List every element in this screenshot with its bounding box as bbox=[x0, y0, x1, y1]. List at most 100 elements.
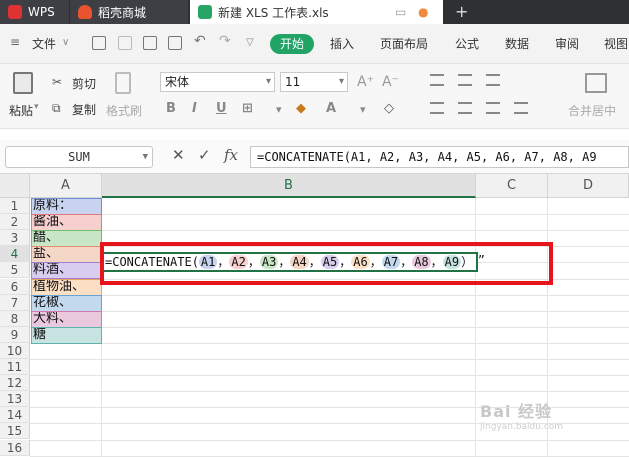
menu-view[interactable]: 视图 bbox=[604, 35, 628, 52]
formula-input[interactable]: =CONCATENATE(A1, A2, A3, A4, A5, A6, A7,… bbox=[250, 146, 629, 168]
cell-a1[interactable]: 原料： bbox=[31, 198, 101, 214]
worksheet-grid[interactable]: A B C D 1 2 3 4 5 6 7 8 9 10 11 12 13 14 15 16 原料： 酱油、 醋、盐… bbox=[0, 174, 629, 457]
row-header[interactable]: 14 bbox=[0, 407, 30, 424]
monitor-icon[interactable]: ▭ bbox=[395, 5, 406, 19]
export-icon[interactable] bbox=[118, 36, 132, 50]
bold-icon[interactable]: B bbox=[166, 101, 176, 116]
tab-docer-store[interactable]: 稻壳商城 bbox=[70, 0, 188, 24]
row-header[interactable]: 15 bbox=[0, 423, 30, 440]
name-box[interactable]: SUM ▼ bbox=[5, 146, 153, 168]
clear-format-icon[interactable]: ◇ bbox=[384, 101, 394, 116]
format-painter-button[interactable]: 格式刷 bbox=[106, 102, 142, 119]
row-header[interactable]: 2 bbox=[0, 214, 30, 231]
align-center-icon[interactable] bbox=[458, 102, 472, 114]
cell-a9[interactable]: 糖 bbox=[31, 326, 101, 343]
cell-a3[interactable]: 醋、 bbox=[31, 230, 101, 247]
row-header[interactable]: 7 bbox=[0, 294, 30, 311]
font-color-chevron-icon[interactable]: ▾ bbox=[360, 103, 366, 116]
paste-chevron-icon[interactable]: ▾ bbox=[34, 102, 39, 112]
border-icon[interactable]: ⊞ bbox=[242, 101, 253, 116]
scissors-icon[interactable]: ✂ bbox=[52, 75, 62, 89]
column-header-c[interactable]: C bbox=[476, 174, 548, 198]
align-bottom-icon[interactable] bbox=[486, 74, 500, 86]
column-header-a[interactable]: A bbox=[30, 174, 102, 198]
border-chevron-icon[interactable]: ▾ bbox=[276, 103, 282, 116]
row-header[interactable]: 8 bbox=[0, 310, 30, 327]
menu-home[interactable]: 开始 bbox=[270, 34, 314, 54]
copy-button[interactable]: 复制 bbox=[72, 101, 96, 118]
menu-insert[interactable]: 插入 bbox=[330, 35, 354, 52]
new-tab-button[interactable]: + bbox=[455, 2, 468, 21]
cut-button[interactable]: 剪切 bbox=[72, 75, 96, 92]
font-color-icon[interactable]: A bbox=[326, 101, 336, 116]
row-header[interactable]: 11 bbox=[0, 359, 30, 375]
name-box-value: SUM bbox=[68, 150, 90, 164]
align-left-icon[interactable] bbox=[430, 102, 444, 114]
fill-color-icon[interactable]: ◆ bbox=[296, 101, 306, 116]
quick-access-chevron-icon[interactable]: ▽ bbox=[246, 37, 254, 48]
row-header[interactable]: 12 bbox=[0, 375, 30, 392]
cell-a2[interactable]: 酱油、 bbox=[31, 214, 101, 231]
menu-data[interactable]: 数据 bbox=[505, 35, 529, 52]
grid-line bbox=[30, 326, 629, 328]
paste-button[interactable]: 粘贴 bbox=[9, 102, 33, 119]
menu-review[interactable]: 审阅 bbox=[555, 35, 579, 52]
format-painter-icon[interactable] bbox=[115, 72, 131, 94]
cell-a7[interactable]: 花椒、 bbox=[31, 294, 101, 311]
cell-a6[interactable]: 植物油、 bbox=[31, 278, 101, 295]
row-header[interactable]: 13 bbox=[0, 391, 30, 408]
row-header[interactable]: 10 bbox=[0, 342, 30, 359]
grid-line bbox=[30, 455, 629, 457]
paste-icon[interactable] bbox=[13, 72, 33, 94]
formula-bar: SUM ▼ ✕ ✓ fx =CONCATENATE(A1, A2, A3, A4… bbox=[0, 140, 629, 174]
name-box-chevron-icon: ▼ bbox=[142, 152, 148, 162]
copy-icon[interactable]: ⧉ bbox=[52, 101, 61, 116]
italic-icon[interactable]: I bbox=[192, 101, 197, 116]
row-header[interactable]: 5 bbox=[0, 262, 30, 279]
row-header[interactable]: 1 bbox=[0, 198, 30, 214]
print-preview-icon[interactable] bbox=[168, 36, 182, 50]
confirm-icon[interactable]: ✓ bbox=[198, 146, 211, 164]
cell-a4[interactable]: 盐、 bbox=[31, 246, 101, 263]
row-header[interactable]: 9 bbox=[0, 326, 30, 343]
align-top-icon[interactable] bbox=[430, 74, 444, 86]
print-icon[interactable] bbox=[143, 36, 157, 50]
redo-icon[interactable]: ↷ bbox=[219, 33, 231, 49]
menu-file[interactable]: 文件 bbox=[32, 35, 56, 52]
align-right-icon[interactable] bbox=[486, 102, 500, 114]
grid-line bbox=[30, 375, 629, 377]
column-header-d[interactable]: D bbox=[548, 174, 629, 198]
tab-docer-label: 稻壳商城 bbox=[98, 5, 147, 20]
chevron-down-icon[interactable]: ∨ bbox=[62, 37, 69, 48]
menu-formulas[interactable]: 公式 bbox=[455, 35, 479, 52]
grid-line bbox=[30, 310, 629, 312]
column-header-b[interactable]: B bbox=[102, 174, 476, 198]
row-header[interactable]: 3 bbox=[0, 230, 30, 247]
cancel-icon[interactable]: ✕ bbox=[172, 146, 185, 164]
hamburger-icon[interactable]: ≡ bbox=[10, 35, 20, 49]
font-name-select[interactable]: 宋体 ▾ bbox=[160, 72, 275, 92]
watermark-text: Bai 经验 bbox=[480, 402, 553, 421]
tab-document[interactable]: 新建 XLS 工作表.xls ▭ ● bbox=[190, 0, 443, 24]
row-header[interactable]: 4 bbox=[0, 246, 30, 263]
font-size-select[interactable]: 11 ▾ bbox=[280, 72, 348, 92]
merge-center-button[interactable]: 合并居中 bbox=[568, 102, 616, 119]
grow-font-icon[interactable]: A⁺ bbox=[357, 74, 374, 90]
save-icon[interactable] bbox=[92, 36, 106, 50]
shrink-font-icon[interactable]: A⁻ bbox=[382, 74, 399, 90]
row-header[interactable]: 16 bbox=[0, 439, 30, 456]
undo-icon[interactable]: ↶ bbox=[194, 33, 206, 49]
cell-a5[interactable]: 料酒、 bbox=[31, 262, 101, 279]
font-size-value: 11 bbox=[285, 75, 301, 89]
underline-icon[interactable]: U bbox=[216, 101, 227, 116]
row-header[interactable]: 6 bbox=[0, 278, 30, 295]
justify-icon[interactable] bbox=[514, 102, 528, 114]
menu-page-layout[interactable]: 页面布局 bbox=[380, 35, 428, 52]
align-middle-icon[interactable] bbox=[458, 74, 472, 86]
tab-wps[interactable]: WPS bbox=[0, 0, 69, 24]
font-size-chevron-icon: ▾ bbox=[338, 76, 344, 87]
select-all-corner[interactable] bbox=[0, 174, 30, 198]
merge-center-icon[interactable] bbox=[585, 73, 607, 93]
cell-a8[interactable]: 大料、 bbox=[31, 310, 101, 327]
insert-function-icon[interactable]: fx bbox=[224, 146, 238, 164]
